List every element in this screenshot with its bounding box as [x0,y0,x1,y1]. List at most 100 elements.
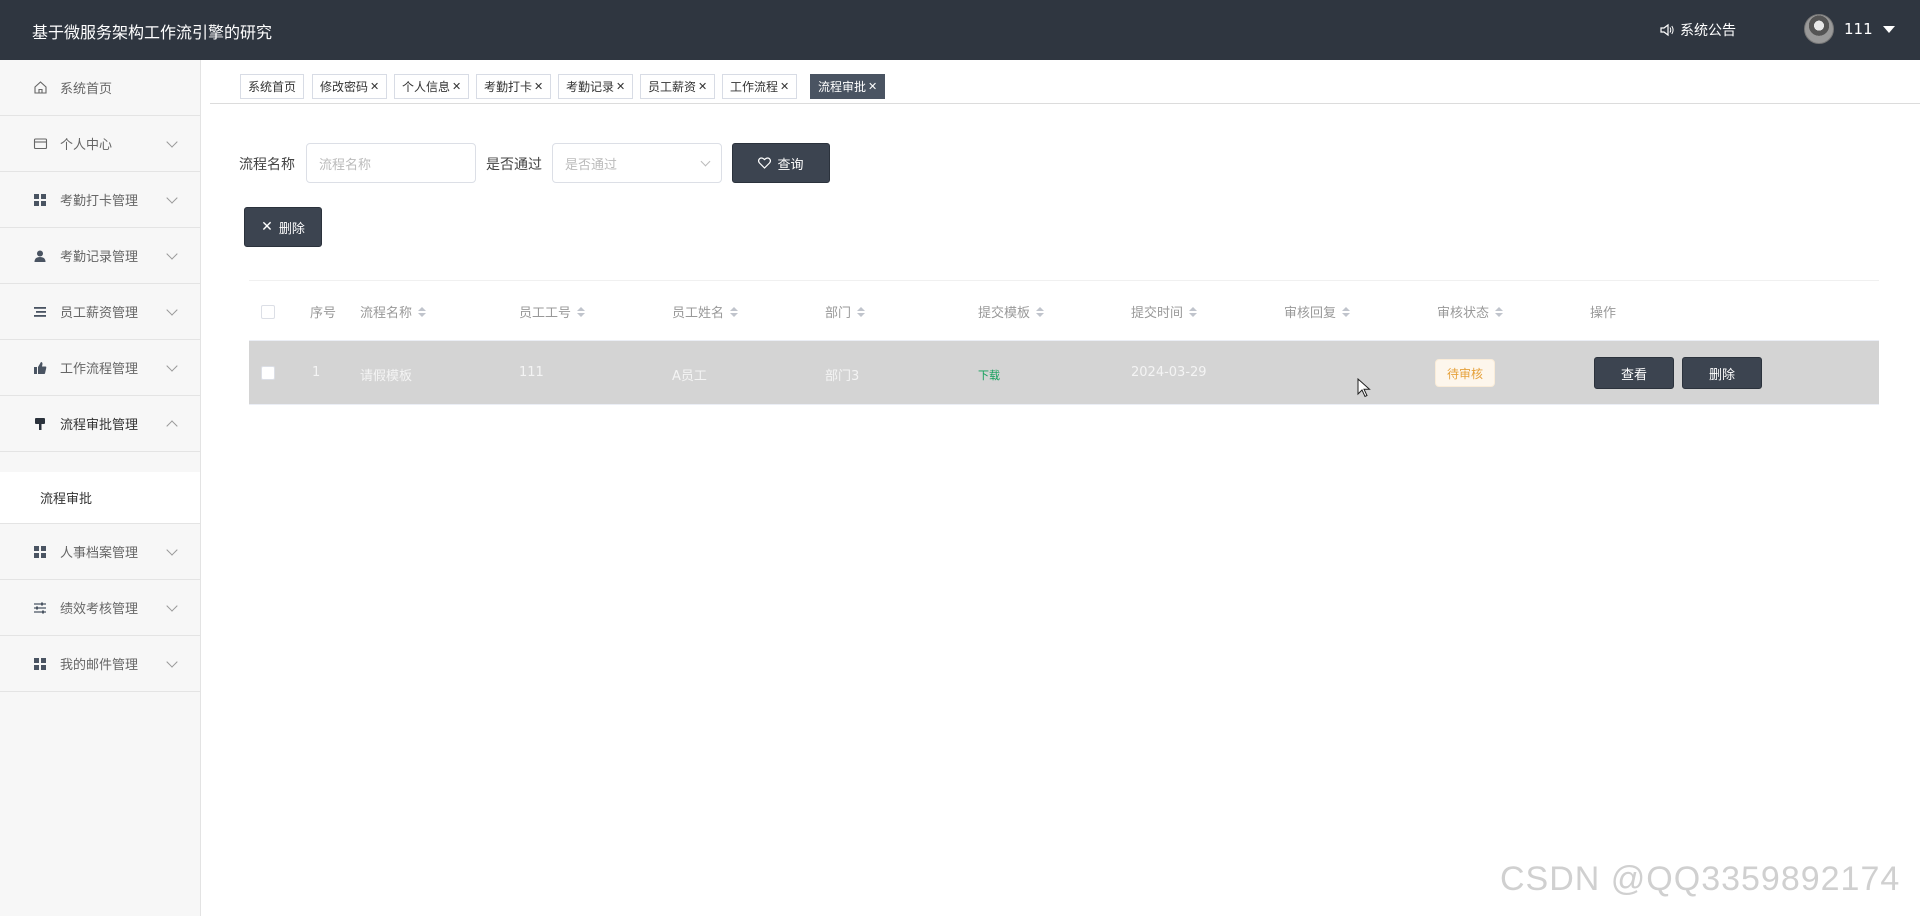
row-delete-button[interactable]: 删除 [1682,357,1762,389]
tab-change-password[interactable]: 修改密码 ✕ [312,74,388,99]
sort-icon[interactable] [1189,306,1198,317]
tab-attendance-checkin[interactable]: 考勤打卡 ✕ [476,74,552,99]
col-header-index: 序号 [310,302,336,321]
close-icon[interactable]: ✕ [868,80,877,93]
col-header-flow-name[interactable]: 流程名称 [360,302,427,321]
sidebar-item-attendance-records[interactable]: 考勤记录管理 [0,228,200,284]
template-download-link[interactable]: 下载 [978,367,1000,383]
sort-icon[interactable] [1495,306,1504,317]
batch-delete-button[interactable]: ✕ 删除 [244,207,322,247]
close-icon: ✕ [261,219,273,235]
passed-label: 是否通过 [486,157,542,173]
sidebar-item-label: 个人中心 [60,138,113,153]
caret-down-icon [1882,25,1895,33]
tab-approval[interactable]: 流程审批 ✕ [810,74,886,99]
sidebar-item-label: 工作流程管理 [60,362,139,377]
sidebar-item-salary[interactable]: 员工薪资管理 [0,284,200,340]
sidebar-item-label: 绩效考核管理 [60,602,139,617]
system-notice-button[interactable]: 系统公告 [1660,20,1736,40]
sort-icon[interactable] [857,306,866,317]
close-icon[interactable]: ✕ [370,80,379,93]
tab-home[interactable]: 系统首页 [240,74,305,99]
passed-select[interactable]: 是否通过 [552,143,722,183]
col-header-status[interactable]: 审核状态 [1437,302,1504,321]
sidebar-item-home[interactable]: 系统首页 [0,60,200,116]
user-icon [32,248,48,264]
sidebar-item-personal-center[interactable]: 个人中心 [0,116,200,172]
chevron-down-icon [166,304,178,316]
col-header-label: 员工姓名 [672,306,725,321]
tab-attendance-records[interactable]: 考勤记录 ✕ [558,74,634,99]
col-header-label: 审核回复 [1284,306,1337,321]
tab-salary[interactable]: 员工薪资 ✕ [640,74,716,99]
cell-submit-time: 2024-03-29 [1131,365,1207,380]
tab-label: 考勤打卡 [484,80,533,94]
sort-icon[interactable] [577,306,586,317]
close-icon[interactable]: ✕ [616,80,625,93]
grid-icon [32,544,48,560]
col-header-dept[interactable]: 部门 [825,302,866,321]
sidebar-item-label: 考勤打卡管理 [60,194,139,209]
sidebar-item-label: 人事档案管理 [60,546,139,561]
passed-placeholder: 是否通过 [565,157,618,173]
col-header-label: 提交模板 [978,306,1031,321]
sidebar-item-mail[interactable]: 我的邮件管理 [0,636,200,692]
tab-label: 员工薪资 [648,80,697,94]
flow-name-input[interactable]: 流程名称 [306,143,476,183]
sidebar-item-workflow[interactable]: 工作流程管理 [0,340,200,396]
sidebar-subitem-approval[interactable]: 流程审批 [0,472,200,524]
col-header-emp-no[interactable]: 员工工号 [519,302,586,321]
select-all-checkbox[interactable] [261,305,275,319]
top-bar: 基于微服务架构工作流引擎的研究 系统公告 111 [0,0,1920,60]
cell-flow-name: 请假模板 [360,369,413,384]
sort-icon[interactable] [418,306,427,317]
grid-icon [32,192,48,208]
batch-delete-label: 删除 [278,221,305,237]
close-icon[interactable]: ✕ [698,80,707,93]
tab-personal-info[interactable]: 个人信息 ✕ [394,74,470,99]
tab-label: 流程审批 [818,80,867,94]
query-button[interactable]: 查询 [732,143,830,183]
sort-icon[interactable] [730,306,739,317]
col-header-submit-time[interactable]: 提交时间 [1131,302,1198,321]
close-icon[interactable]: ✕ [452,80,461,93]
sidebar-subitem-label: 流程审批 [40,492,93,507]
chevron-down-icon [166,136,178,148]
home-icon [32,80,48,96]
sidebar: 系统首页 个人中心 考勤打卡管理 考勤记录管理 员工薪资管理 工作流程管理 流程… [0,60,201,916]
brush-icon [32,416,48,432]
sidebar-item-approval[interactable]: 流程审批管理 [0,396,200,452]
sliders-icon [32,600,48,616]
sort-icon[interactable] [1342,306,1351,317]
sidebar-item-label: 流程审批管理 [60,418,139,433]
tab-label: 个人信息 [402,80,451,94]
user-menu[interactable]: 111 [1804,14,1895,44]
col-header-reply[interactable]: 审核回复 [1284,302,1351,321]
chevron-down-icon [166,656,178,668]
sidebar-item-hr-records[interactable]: 人事档案管理 [0,524,200,580]
sidebar-item-label: 我的邮件管理 [60,658,139,673]
flow-name-label: 流程名称 [239,157,295,173]
table-row[interactable]: 1 请假模板 111 A员工 部门3 下载 2024-03-29 待审核 查看 … [249,341,1879,405]
row-checkbox[interactable] [261,366,275,380]
sidebar-item-label: 考勤记录管理 [60,250,139,265]
col-header-emp-name[interactable]: 员工姓名 [672,302,739,321]
chevron-down-icon [166,248,178,260]
view-button[interactable]: 查看 [1594,357,1674,389]
avatar[interactable] [1804,14,1834,44]
cell-dept: 部门3 [825,369,860,384]
card-icon [32,136,48,152]
tab-workflow[interactable]: 工作流程 ✕ [722,74,798,99]
close-icon[interactable]: ✕ [534,80,543,93]
sidebar-item-attendance-checkin[interactable]: 考勤打卡管理 [0,172,200,228]
chevron-down-icon [700,156,711,167]
sidebar-item-performance[interactable]: 绩效考核管理 [0,580,200,636]
col-header-label: 员工工号 [519,306,572,321]
col-header-template[interactable]: 提交模板 [978,302,1045,321]
sort-icon[interactable] [1036,306,1045,317]
app-title: 基于微服务架构工作流引擎的研究 [32,23,273,42]
speaker-icon [1660,23,1674,37]
cell-emp-name: A员工 [672,369,707,384]
close-icon[interactable]: ✕ [780,80,789,93]
chevron-up-icon [166,420,178,432]
